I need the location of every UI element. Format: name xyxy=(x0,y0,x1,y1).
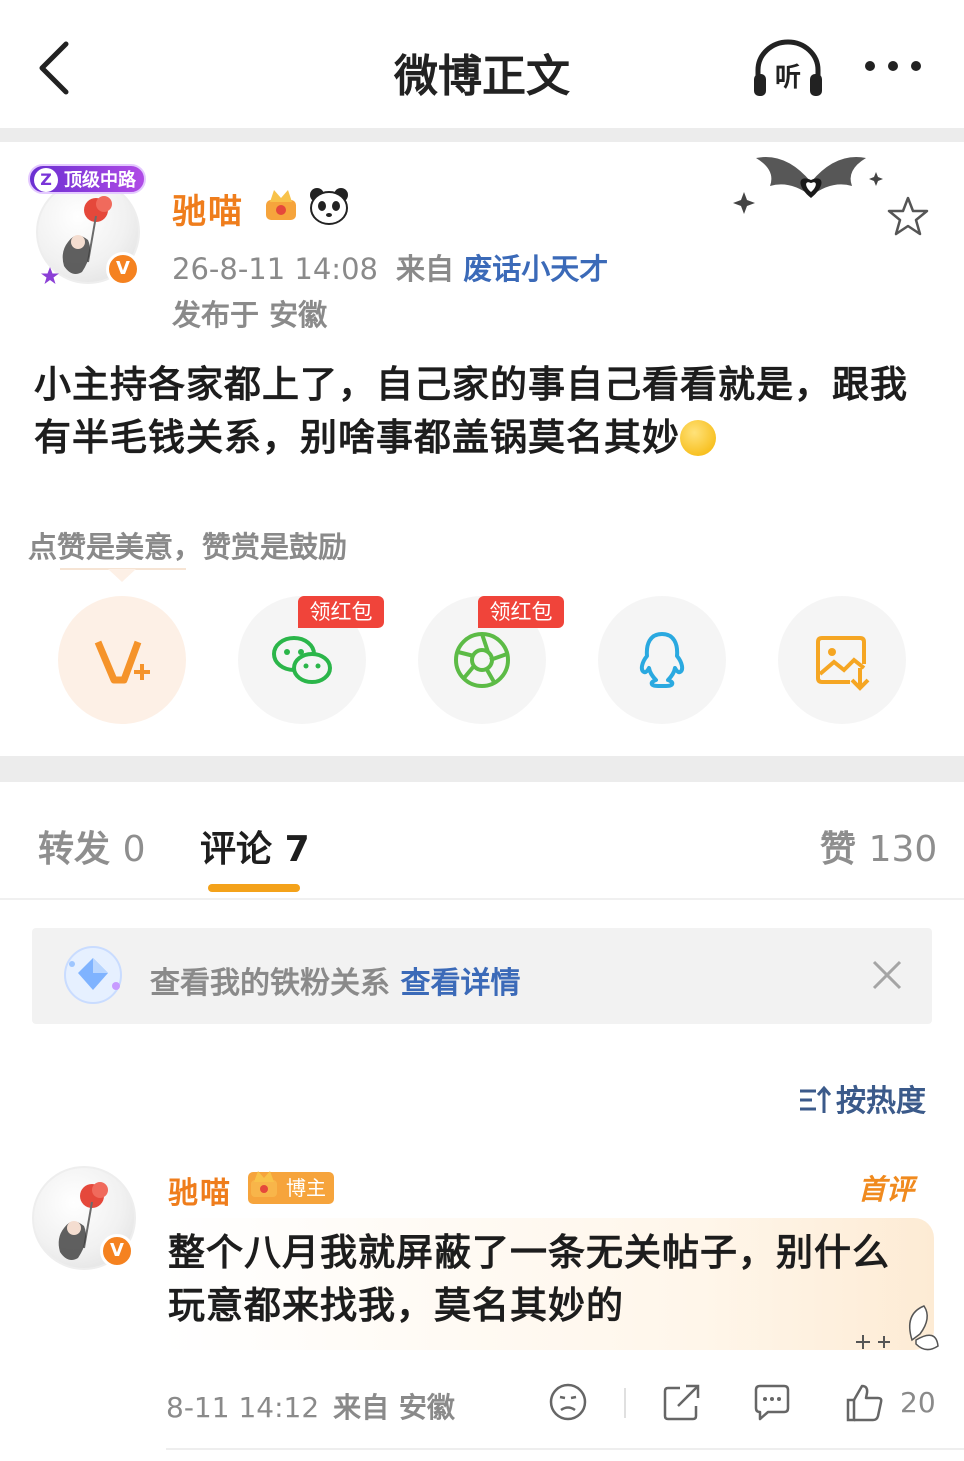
post-meta: 26-8-11 14:08 来自 废话小天才 xyxy=(172,246,608,288)
listen-label: 听 xyxy=(775,63,801,93)
red-packet-tag: 领红包 xyxy=(478,596,564,628)
red-packet-tag: 领红包 xyxy=(298,596,384,628)
like-thumb-icon[interactable] xyxy=(842,1380,886,1424)
comment-meta: 8-11 14:12 来自 安徽 xyxy=(166,1386,455,1426)
source-label: 来自 xyxy=(395,252,454,286)
reply-comment-icon[interactable] xyxy=(750,1380,794,1424)
tab-comments-label: 评论 xyxy=(200,829,273,870)
purple-star-icon xyxy=(41,267,59,284)
tab-likes[interactable]: 赞 130 xyxy=(820,820,937,872)
v-plus-icon xyxy=(94,640,150,684)
post-body: 小主持各家都上了，自己家的事自己看看就是，跟我有半毛钱关系，别啥事都盖锅莫名其妙 xyxy=(34,358,934,464)
share-button-save-image[interactable] xyxy=(778,596,906,724)
tab-repost[interactable]: 转发 0 xyxy=(38,820,145,872)
comment-time: 8-11 14:12 xyxy=(166,1391,320,1424)
save-image-icon xyxy=(816,636,870,691)
butterfly-decoration-icon xyxy=(856,1305,939,1351)
reward-tip: 点赞是美意，赞赏是鼓励 xyxy=(28,530,348,564)
top-bar: 微博正文 听 xyxy=(0,0,964,128)
host-tag: 博主 xyxy=(248,1171,334,1204)
fan-banner-link[interactable]: 查看详情 xyxy=(400,966,520,1001)
moments-icon xyxy=(454,632,510,688)
comment-text: 整个八月我就屏蔽了一条无关帖子，别什么玩意都来找我，莫名其妙的 xyxy=(168,1231,890,1327)
tab-comments-count: 7 xyxy=(284,829,310,870)
rank-badge-icon: Z xyxy=(34,168,58,192)
dislike-face-icon[interactable] xyxy=(546,1380,590,1424)
listen-headphones-icon[interactable]: 听 xyxy=(750,36,826,100)
post-source-link[interactable]: 废话小天才 xyxy=(463,252,608,286)
tab-likes-count: 130 xyxy=(868,829,938,870)
wechat-icon xyxy=(272,636,332,684)
iron-fan-banner[interactable]: 查看我的铁粉关系 查看详情 xyxy=(32,928,932,1024)
fan-banner-text: 查看我的铁粉关系 查看详情 xyxy=(150,958,520,1002)
share-icon[interactable] xyxy=(660,1380,704,1424)
divider xyxy=(0,128,964,142)
sort-icon xyxy=(800,1085,832,1113)
verified-badge: V xyxy=(106,252,140,286)
comment-like-count: 20 xyxy=(900,1386,936,1419)
sort-label: 按热度 xyxy=(836,1084,926,1119)
post-text: 小主持各家都上了，自己家的事自己看看就是，跟我有半毛钱关系，别啥事都盖锅莫名其妙 xyxy=(34,363,908,459)
post-timestamp: 26-8-11 14:08 xyxy=(172,252,378,286)
tab-comments[interactable]: 评论 7 xyxy=(200,820,310,872)
comment-author-name[interactable]: 驰喵 xyxy=(168,1168,232,1212)
close-icon[interactable] xyxy=(870,958,904,992)
fan-banner-label: 查看我的铁粉关系 xyxy=(150,966,390,1001)
first-comment-tag: 首评 xyxy=(858,1173,915,1206)
share-row: 领红包 领红包 xyxy=(0,596,964,728)
divider xyxy=(166,1448,964,1450)
tab-likes-label: 赞 xyxy=(820,829,857,870)
tab-active-indicator xyxy=(208,884,300,892)
rank-badge[interactable]: Z 顶级中路 xyxy=(28,164,146,194)
panda-icon[interactable] xyxy=(308,186,350,226)
crown-member-icon xyxy=(251,1171,277,1197)
divider xyxy=(624,1388,626,1418)
divider xyxy=(0,898,964,900)
confused-emoji-icon xyxy=(680,420,716,456)
post-location: 发布于 安徽 xyxy=(172,298,328,332)
author-name[interactable]: 驰喵 xyxy=(172,184,244,233)
sort-by-hot[interactable]: 按热度 xyxy=(798,1076,926,1120)
rank-badge-label: 顶级中路 xyxy=(64,170,136,191)
favorite-star-icon[interactable] xyxy=(886,196,930,236)
tip-pointer xyxy=(60,568,186,582)
more-icon[interactable] xyxy=(858,44,928,88)
heart-wings-decoration-icon xyxy=(733,157,883,214)
crown-member-icon[interactable] xyxy=(262,186,300,224)
diamond-fan-icon xyxy=(64,946,122,1004)
comment-location: 来自 安徽 xyxy=(333,1391,455,1424)
verified-badge: V xyxy=(100,1234,134,1268)
share-button-qq[interactable] xyxy=(598,596,726,724)
divider xyxy=(0,756,964,782)
tab-repost-label: 转发 xyxy=(38,829,111,870)
tab-repost-count: 0 xyxy=(122,829,146,870)
qq-icon xyxy=(639,632,685,688)
host-tag-label: 博主 xyxy=(286,1176,326,1200)
share-button-v-plus[interactable] xyxy=(58,596,186,724)
